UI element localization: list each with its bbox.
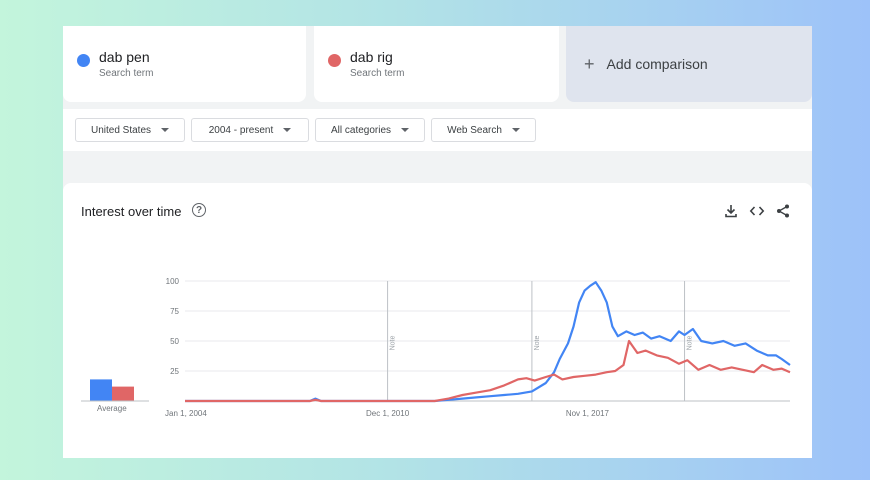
filter-bar: United States 2004 - present All categor… bbox=[63, 109, 812, 151]
y-tick-label: 75 bbox=[170, 307, 179, 316]
add-comparison-label: Add comparison bbox=[606, 56, 708, 72]
caret-down-icon bbox=[283, 128, 292, 132]
term-name: dab pen bbox=[99, 49, 150, 65]
x-tick-label: Dec 1, 2010 bbox=[366, 409, 410, 418]
filter-category[interactable]: All categories bbox=[315, 118, 425, 142]
add-comparison-button[interactable]: + Add comparison bbox=[566, 26, 812, 102]
x-tick-label: Jan 1, 2004 bbox=[165, 409, 207, 418]
filter-region-label: United States bbox=[90, 124, 152, 136]
plus-icon: + bbox=[584, 53, 595, 74]
interest-over-time-card: Interest over time ? 25 50 75 100 Note Note No… bbox=[63, 183, 812, 458]
term-subtitle: Search term bbox=[350, 68, 405, 79]
average-bar bbox=[112, 386, 134, 401]
y-tick-label: 100 bbox=[166, 277, 180, 286]
note-label: Note bbox=[534, 336, 541, 351]
note-label: Note bbox=[687, 336, 694, 351]
x-tick-label: Nov 1, 2017 bbox=[566, 409, 610, 418]
filter-time-range[interactable]: 2004 - present bbox=[191, 118, 309, 142]
filter-time-label: 2004 - present bbox=[208, 124, 274, 136]
series-line-dab-pen bbox=[185, 281, 791, 403]
interest-chart: 25 50 75 100 Note Note Note Jan 1, 2004 Dec 1, 2… bbox=[81, 277, 791, 418]
y-tick-label: 25 bbox=[170, 367, 179, 376]
note-label: Note bbox=[390, 336, 397, 351]
filter-search-type[interactable]: Web Search bbox=[431, 118, 536, 142]
average-label: Average bbox=[97, 404, 127, 413]
filter-region[interactable]: United States bbox=[75, 118, 185, 142]
average-bar bbox=[90, 379, 112, 401]
filter-search-type-label: Web Search bbox=[447, 124, 502, 136]
caret-down-icon bbox=[161, 128, 170, 132]
y-tick-label: 50 bbox=[170, 337, 179, 346]
trends-panel: dab pen Search term dab rig Search term … bbox=[63, 26, 812, 458]
term-subtitle: Search term bbox=[99, 68, 154, 79]
caret-down-icon bbox=[511, 128, 520, 132]
series-dot-red bbox=[328, 54, 341, 67]
filter-category-label: All categories bbox=[330, 124, 392, 136]
term-card-dab-rig[interactable]: dab rig Search term bbox=[314, 26, 559, 102]
caret-down-icon bbox=[401, 128, 410, 132]
term-card-dab-pen[interactable]: dab pen Search term bbox=[63, 26, 306, 102]
series-dot-blue bbox=[77, 54, 90, 67]
term-name: dab rig bbox=[350, 49, 393, 65]
